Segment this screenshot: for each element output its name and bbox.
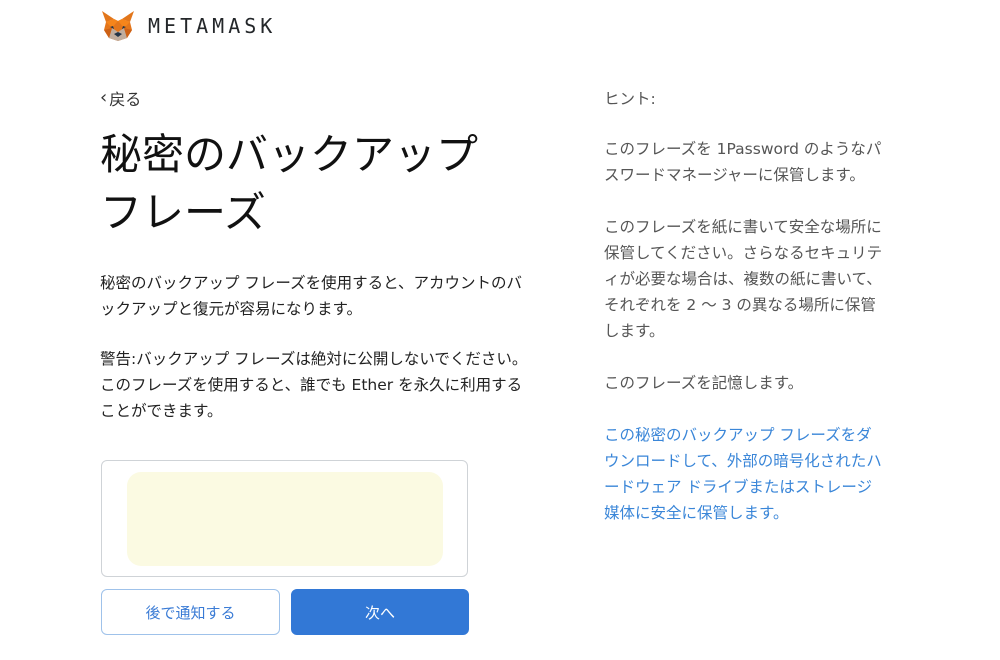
- remind-later-button[interactable]: 後で通知する: [101, 589, 280, 635]
- hint-item: このフレーズを紙に書いて安全な場所に保管してください。さらなるセキュリティが必要…: [604, 218, 883, 340]
- hints-panel: ヒント: このフレーズを 1Password のようなパスワードマネージャーに保…: [604, 86, 886, 526]
- phrase-description: 秘密のバックアップ フレーズを使用すると、アカウントのバックアップと復元が容易に…: [100, 274, 523, 318]
- hint-item: このフレーズを 1Password のようなパスワードマネージャーに保管します。: [604, 140, 882, 184]
- next-button[interactable]: 次へ: [291, 589, 469, 635]
- back-link[interactable]: ‹ 戻る: [100, 86, 141, 110]
- secret-phrase-box: [101, 460, 468, 577]
- page-title: 秘密のバックアップ フレーズ: [100, 130, 479, 237]
- phrase-warning: 警告:バックアップ フレーズは絶対に公開しないでください。このフレーズを使用する…: [100, 350, 528, 420]
- secret-phrase-reveal-area[interactable]: [127, 472, 443, 566]
- hints-heading: ヒント:: [604, 90, 656, 108]
- chevron-left-icon: ‹: [100, 87, 108, 108]
- brand-wordmark: METAMASK: [148, 14, 277, 38]
- metamask-logo: METAMASK: [100, 8, 276, 44]
- hint-item: このフレーズを記憶します。: [604, 374, 804, 392]
- back-label: 戻る: [109, 90, 142, 109]
- download-phrase-link[interactable]: この秘密のバックアップ フレーズをダウンロードして、外部の暗号化されたハードウェ…: [604, 422, 886, 526]
- metamask-fox-icon: [102, 11, 134, 41]
